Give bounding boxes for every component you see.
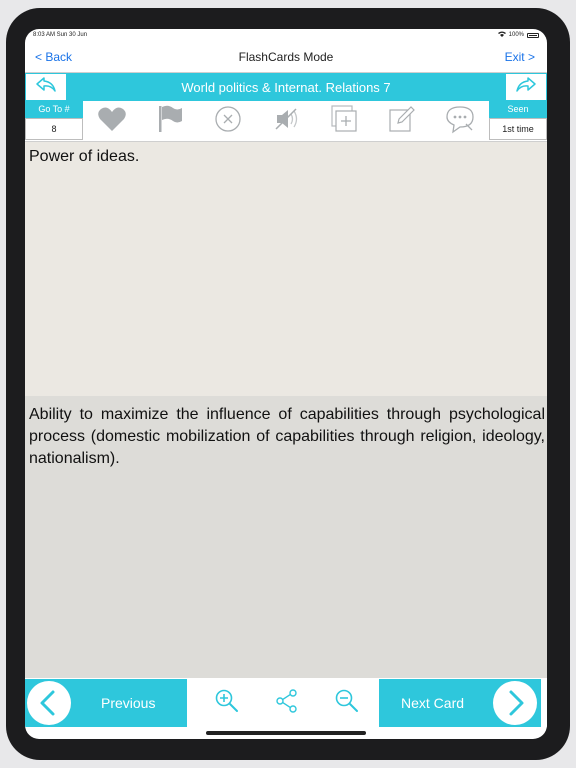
add-to-set-button[interactable] bbox=[328, 104, 360, 139]
next-card-label: Next Card bbox=[401, 695, 465, 711]
dismiss-button[interactable] bbox=[212, 105, 244, 137]
goto-box: Go To # 8 bbox=[25, 101, 83, 141]
exit-button[interactable]: Exit > bbox=[505, 50, 535, 64]
card-toolbar: Go To # 8 Seen 1st time bbox=[25, 101, 547, 142]
comment-icon bbox=[444, 104, 476, 139]
goto-input[interactable]: 8 bbox=[25, 118, 83, 140]
previous-button[interactable]: Previous bbox=[25, 679, 187, 727]
app-screen: 8:03 AM Sun 30 Jun 100% < Back FlashCard… bbox=[25, 29, 547, 739]
bottom-tools bbox=[197, 679, 377, 727]
tool-icons bbox=[83, 101, 489, 141]
chevron-right-icon bbox=[493, 681, 537, 725]
mute-icon bbox=[272, 105, 300, 138]
seen-label: Seen bbox=[489, 101, 547, 118]
seen-value: 1st time bbox=[489, 118, 547, 140]
chevron-left-icon bbox=[27, 681, 71, 725]
deck-bar: World politics & Internat. Relations 7 bbox=[25, 73, 547, 101]
zoom-in-button[interactable] bbox=[211, 687, 243, 719]
close-circle-icon bbox=[214, 105, 242, 138]
reply-arrow-icon bbox=[35, 76, 57, 99]
status-time: 8:03 AM Sun 30 Jun bbox=[33, 32, 88, 38]
seen-box: Seen 1st time bbox=[489, 101, 547, 141]
audio-button[interactable] bbox=[270, 105, 302, 137]
nav-bar: < Back FlashCards Mode Exit > bbox=[25, 42, 547, 73]
edit-icon bbox=[387, 104, 417, 139]
card-question[interactable]: Power of ideas. bbox=[25, 142, 547, 396]
previous-deck-button[interactable] bbox=[25, 73, 67, 101]
zoom-out-button[interactable] bbox=[331, 687, 363, 719]
wifi-icon bbox=[497, 31, 506, 39]
favorite-button[interactable] bbox=[96, 105, 128, 137]
deck-title: World politics & Internat. Relations 7 bbox=[181, 79, 391, 95]
share-button[interactable] bbox=[271, 687, 303, 719]
next-deck-button[interactable] bbox=[505, 73, 547, 101]
status-bar: 8:03 AM Sun 30 Jun 100% bbox=[25, 29, 547, 41]
edit-button[interactable] bbox=[386, 105, 418, 137]
add-copy-icon bbox=[329, 104, 359, 139]
share-icon bbox=[274, 688, 300, 719]
flag-button[interactable] bbox=[154, 105, 186, 137]
battery-percent: 100% bbox=[508, 32, 524, 38]
goto-label: Go To # bbox=[25, 101, 83, 118]
bottom-bar: Previous Next Card bbox=[25, 679, 547, 727]
flag-icon bbox=[156, 104, 184, 139]
forward-arrow-icon bbox=[515, 76, 537, 99]
home-indicator[interactable] bbox=[206, 731, 366, 735]
back-button[interactable]: < Back bbox=[35, 50, 72, 64]
battery-icon bbox=[527, 32, 539, 38]
zoom-in-icon bbox=[214, 688, 240, 719]
zoom-out-icon bbox=[334, 688, 360, 719]
heart-icon bbox=[97, 105, 127, 138]
comment-button[interactable] bbox=[444, 105, 476, 137]
previous-label: Previous bbox=[101, 695, 156, 711]
next-card-button[interactable]: Next Card bbox=[379, 679, 541, 727]
card-answer[interactable]: Ability to maximize the influence of cap… bbox=[25, 396, 547, 678]
page-title: FlashCards Mode bbox=[238, 50, 334, 64]
